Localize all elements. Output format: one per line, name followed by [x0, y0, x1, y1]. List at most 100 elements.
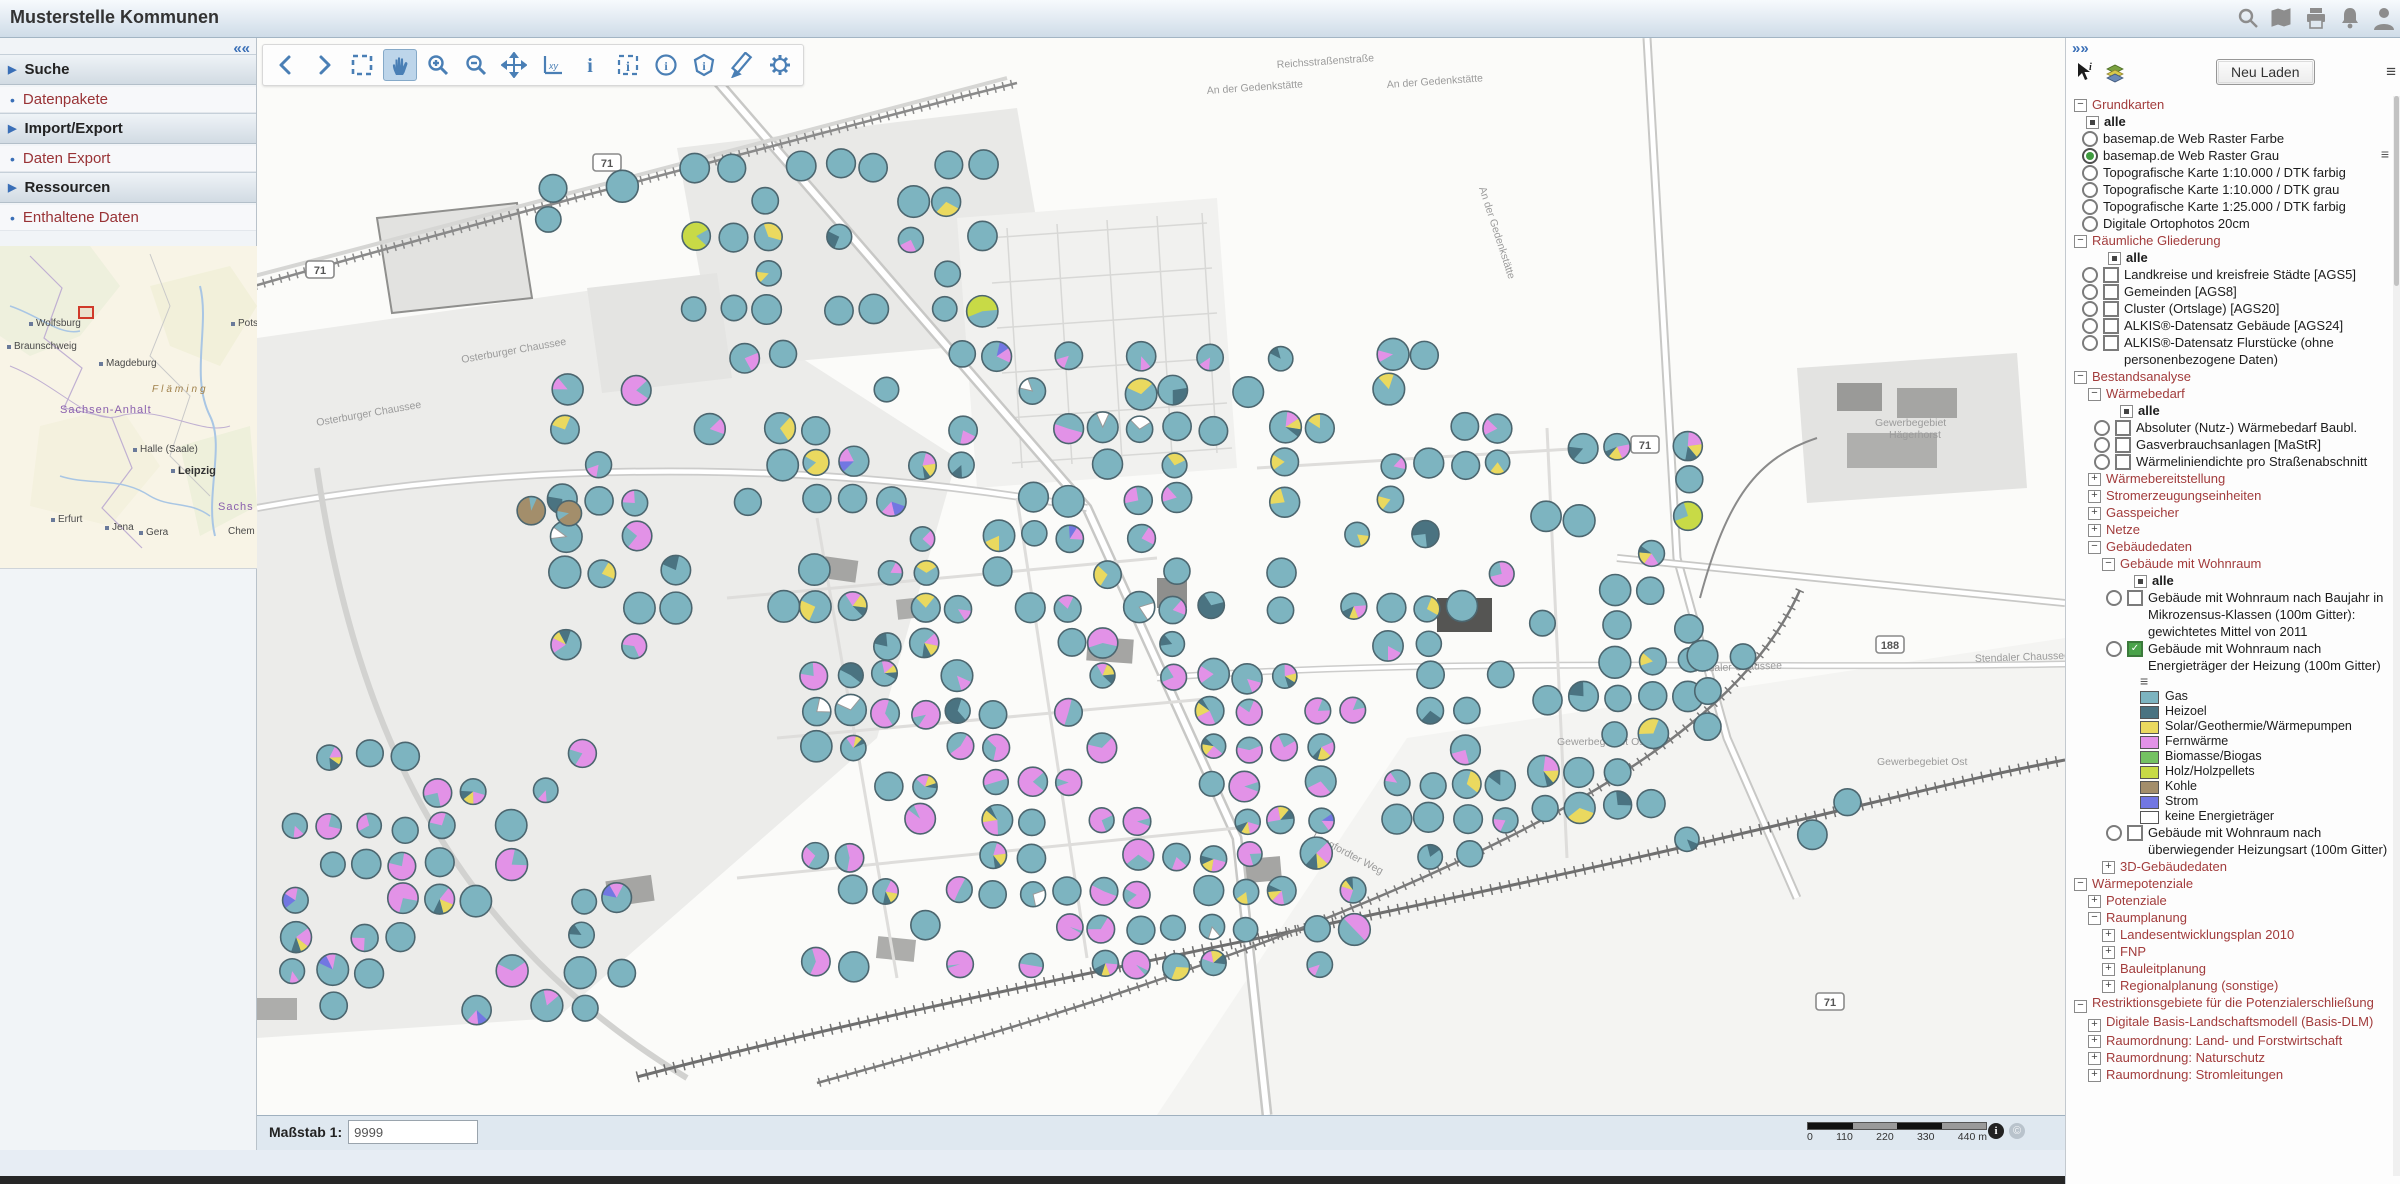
pie-marker[interactable] [351, 924, 378, 951]
layer-label[interactable]: Gasspeicher [2106, 504, 2389, 521]
circle-info-button[interactable]: i [649, 49, 683, 81]
pie-marker[interactable] [983, 520, 1014, 551]
pie-marker[interactable] [1087, 412, 1118, 443]
layer-label[interactable]: Räumliche Gliederung [2092, 232, 2389, 249]
layer-checkbox[interactable] [2115, 454, 2131, 470]
pie-marker[interactable] [1127, 342, 1156, 371]
pie-marker[interactable] [1054, 698, 1082, 726]
pie-marker[interactable] [1602, 722, 1627, 747]
pie-marker[interactable] [765, 413, 796, 444]
layer-label[interactable]: Stromerzeugungseinheiten [2106, 487, 2389, 504]
layers-icon[interactable] [2104, 61, 2126, 83]
pie-marker[interactable] [768, 591, 800, 623]
pie-marker[interactable] [1600, 574, 1631, 605]
layer-label[interactable]: Topografische Karte 1:10.000 / DTK farbi… [2103, 164, 2389, 181]
pie-marker[interactable] [935, 261, 960, 286]
expand-node-icon[interactable]: + [2088, 1035, 2101, 1048]
pie-marker[interactable] [588, 560, 615, 587]
sidebar-item-datenpakete[interactable]: •Datenpakete [0, 87, 256, 113]
pie-marker[interactable] [1489, 562, 1514, 587]
pie-marker[interactable] [1381, 454, 1406, 479]
copyright-icon[interactable]: © [2009, 1123, 2025, 1139]
pie-marker[interactable] [935, 151, 963, 179]
pie-marker[interactable] [1414, 596, 1440, 622]
pie-marker[interactable] [1488, 661, 1514, 687]
pie-marker[interactable] [1233, 918, 1257, 942]
pie-marker[interactable] [660, 592, 692, 624]
layer-label[interactable]: ALKIS®-Datensatz Gebäude [AGS24] [2124, 317, 2389, 334]
pie-marker[interactable] [1373, 631, 1403, 661]
pie-marker[interactable] [979, 881, 1006, 908]
pie-marker[interactable] [1638, 718, 1668, 748]
pie-marker[interactable] [718, 154, 746, 182]
pie-marker[interactable] [1377, 338, 1409, 370]
pie-marker[interactable] [1674, 502, 1703, 531]
pie-marker[interactable] [585, 487, 613, 515]
pie-marker[interactable] [803, 485, 831, 513]
pie-marker[interactable] [1199, 772, 1224, 797]
pie-marker[interactable] [1483, 414, 1512, 443]
pie-marker[interactable] [1127, 916, 1155, 944]
pie-marker[interactable] [1124, 486, 1152, 514]
sidebar-item-daten-export[interactable]: •Daten Export [0, 146, 256, 172]
pie-marker[interactable] [967, 296, 998, 327]
layer-radio[interactable] [2094, 437, 2110, 453]
pie-marker[interactable] [1093, 449, 1123, 479]
pie-marker[interactable] [1201, 950, 1226, 975]
pie-marker[interactable] [1695, 678, 1721, 704]
pie-marker[interactable] [752, 188, 778, 214]
scale-input[interactable] [348, 1120, 478, 1144]
pie-marker[interactable] [1414, 802, 1444, 832]
pie-marker[interactable] [1087, 915, 1115, 943]
notifications-icon[interactable] [2338, 6, 2362, 30]
pie-marker[interactable] [730, 344, 759, 373]
pie-marker[interactable] [1201, 846, 1227, 872]
pie-marker[interactable] [1054, 414, 1084, 444]
pie-marker[interactable] [1340, 877, 1366, 903]
layer-label[interactable]: Landesentwicklungsplan 2010 [2120, 926, 2389, 943]
pie-marker[interactable] [872, 660, 898, 686]
pie-marker[interactable] [1603, 611, 1631, 639]
pie-marker[interactable] [531, 990, 563, 1022]
pie-marker[interactable] [1161, 915, 1186, 940]
pie-marker[interactable] [281, 922, 312, 953]
pie-marker[interactable] [1493, 808, 1518, 833]
pie-marker[interactable] [320, 992, 347, 1019]
pie-marker[interactable] [949, 416, 977, 444]
pie-marker[interactable] [355, 959, 384, 988]
pie-marker[interactable] [1420, 773, 1446, 799]
pie-marker[interactable] [1163, 843, 1190, 870]
pie-marker[interactable] [1454, 805, 1483, 834]
pie-marker[interactable] [947, 733, 974, 760]
pie-marker[interactable] [1605, 685, 1631, 711]
pie-marker[interactable] [1164, 558, 1190, 584]
sidebar-item-enthaltene-daten[interactable]: •Enthaltene Daten [0, 205, 256, 231]
pie-marker[interactable] [1270, 487, 1300, 517]
pie-marker[interactable] [282, 813, 307, 838]
pie-marker[interactable] [1377, 593, 1406, 622]
pie-marker[interactable] [859, 154, 887, 182]
layer-radio[interactable] [2082, 301, 2098, 317]
pie-marker[interactable] [1090, 663, 1115, 688]
pie-marker[interactable] [622, 634, 647, 659]
pie-marker[interactable] [898, 227, 923, 252]
pie-marker[interactable] [932, 187, 961, 216]
collapse-node-icon[interactable]: − [2074, 1000, 2087, 1013]
layer-label[interactable]: Bestandsanalyse [2092, 368, 2389, 385]
pie-marker[interactable] [1604, 759, 1631, 786]
layer-checkbox[interactable] [2103, 267, 2119, 283]
layer-label[interactable]: Gebäude mit Wohnraum [2120, 555, 2389, 572]
pie-marker[interactable] [799, 591, 831, 623]
expand-node-icon[interactable]: + [2102, 963, 2115, 976]
pie-marker[interactable] [1377, 486, 1403, 512]
layer-checkbox[interactable] [2115, 420, 2131, 436]
pie-marker[interactable] [606, 170, 638, 202]
pie-marker[interactable] [569, 922, 594, 947]
layer-label[interactable]: Restriktionsgebiete für die Potenzialers… [2092, 995, 2374, 1010]
pie-marker[interactable] [756, 261, 781, 286]
pan-button[interactable] [383, 49, 417, 81]
pie-marker[interactable] [280, 959, 305, 984]
pie-marker[interactable] [352, 849, 381, 878]
pie-marker[interactable] [1123, 808, 1151, 836]
pie-marker[interactable] [1125, 378, 1156, 409]
